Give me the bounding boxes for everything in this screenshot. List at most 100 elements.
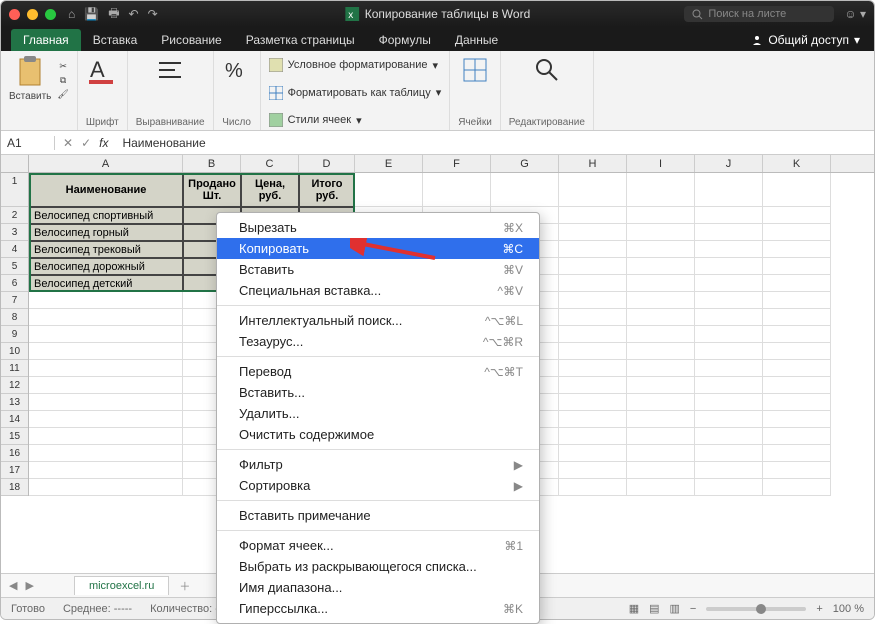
cell[interactable] [627, 479, 695, 496]
cell[interactable] [423, 173, 491, 207]
home-icon[interactable]: ⌂ [68, 7, 75, 21]
cell[interactable] [627, 173, 695, 207]
zoom-out-button[interactable]: − [690, 603, 696, 615]
col-header[interactable]: F [423, 155, 491, 172]
cell[interactable] [29, 309, 183, 326]
zoom-in-button[interactable]: + [816, 603, 822, 615]
cell[interactable] [491, 173, 559, 207]
minimize-window-button[interactable] [27, 9, 38, 20]
cell[interactable] [627, 292, 695, 309]
cell[interactable] [627, 394, 695, 411]
user-account-button[interactable]: ☺ ▾ [844, 7, 866, 21]
cell[interactable] [559, 394, 627, 411]
menu-pick-from-list[interactable]: Выбрать из раскрывающегося списка... [217, 556, 539, 577]
cell[interactable] [627, 241, 695, 258]
cell[interactable] [763, 309, 831, 326]
cell[interactable] [627, 275, 695, 292]
row-header[interactable]: 1 [1, 173, 28, 207]
cell[interactable] [627, 343, 695, 360]
cell[interactable] [559, 173, 627, 207]
cell[interactable] [695, 479, 763, 496]
tab-draw[interactable]: Рисование [149, 29, 233, 51]
cell[interactable] [763, 207, 831, 224]
cell[interactable] [763, 258, 831, 275]
cell[interactable] [559, 326, 627, 343]
format-as-table-button[interactable]: Форматировать как таблицу ▾ [269, 85, 442, 101]
row-header[interactable]: 6 [1, 275, 28, 292]
col-header[interactable]: K [763, 155, 831, 172]
menu-translate[interactable]: Перевод^⌥⌘T [217, 361, 539, 382]
cell[interactable] [695, 394, 763, 411]
cell[interactable] [763, 326, 831, 343]
cell[interactable] [559, 275, 627, 292]
cell[interactable] [29, 462, 183, 479]
cell[interactable] [559, 462, 627, 479]
row-header[interactable]: 9 [1, 326, 28, 343]
tab-data[interactable]: Данные [443, 29, 510, 51]
sheet-tab[interactable]: microexcel.ru [74, 576, 169, 595]
tab-pagelayout[interactable]: Разметка страницы [234, 29, 367, 51]
accept-formula-icon[interactable]: ✓ [81, 136, 91, 150]
redo-icon[interactable]: ↷ [148, 7, 158, 21]
formula-input[interactable]: Наименование [116, 136, 205, 150]
row-header[interactable]: 7 [1, 292, 28, 309]
row-header[interactable]: 17 [1, 462, 28, 479]
col-header[interactable]: J [695, 155, 763, 172]
tab-home[interactable]: Главная [11, 29, 81, 51]
cells-button[interactable] [460, 55, 490, 85]
col-header[interactable]: E [355, 155, 423, 172]
table-header[interactable]: Наименование [29, 173, 183, 207]
row-header[interactable]: 18 [1, 479, 28, 496]
maximize-window-button[interactable] [45, 9, 56, 20]
menu-hyperlink[interactable]: Гиперссылка...⌘K [217, 598, 539, 619]
cell[interactable] [695, 326, 763, 343]
row-header[interactable]: 12 [1, 377, 28, 394]
paste-button[interactable]: Вставить [9, 55, 51, 102]
col-header[interactable]: B [183, 155, 241, 172]
cell[interactable] [763, 292, 831, 309]
row-header[interactable]: 15 [1, 428, 28, 445]
cell[interactable] [695, 241, 763, 258]
menu-paste-special[interactable]: Специальная вставка...^⌘V [217, 280, 539, 301]
menu-delete[interactable]: Удалить... [217, 403, 539, 424]
cell[interactable] [627, 224, 695, 241]
cell[interactable] [695, 258, 763, 275]
menu-cut[interactable]: Вырезать⌘X [217, 217, 539, 238]
cell[interactable] [627, 462, 695, 479]
menu-clear[interactable]: Очистить содержимое [217, 424, 539, 445]
table-header[interactable]: Продано Шт. [183, 173, 241, 207]
cell[interactable] [695, 462, 763, 479]
cell[interactable] [763, 462, 831, 479]
cell[interactable] [763, 394, 831, 411]
alignment-button[interactable] [155, 55, 185, 85]
cell[interactable] [29, 326, 183, 343]
cell[interactable] [559, 428, 627, 445]
cell[interactable] [29, 377, 183, 394]
cell[interactable] [695, 343, 763, 360]
undo-icon[interactable]: ↶ [129, 7, 139, 21]
cell[interactable] [695, 428, 763, 445]
cut-icon[interactable]: ✂ [59, 61, 67, 72]
tab-formulas[interactable]: Формулы [367, 29, 443, 51]
print-icon[interactable]: 🖶 [108, 4, 119, 25]
cell[interactable] [559, 411, 627, 428]
cell[interactable] [29, 445, 183, 462]
table-header[interactable]: Итого руб. [299, 173, 355, 207]
cell[interactable] [763, 241, 831, 258]
cell[interactable] [627, 207, 695, 224]
cell[interactable] [29, 411, 183, 428]
sheet-nav-prev-icon[interactable]: ▶ [25, 579, 33, 592]
cell[interactable] [559, 445, 627, 462]
number-button[interactable]: % [222, 55, 252, 85]
menu-insert-comment[interactable]: Вставить примечание [217, 505, 539, 526]
menu-insert[interactable]: Вставить... [217, 382, 539, 403]
close-window-button[interactable] [9, 9, 20, 20]
cell[interactable] [29, 292, 183, 309]
cell[interactable] [763, 428, 831, 445]
menu-format-cells[interactable]: Формат ячеек...⌘1 [217, 535, 539, 556]
row-header[interactable]: 11 [1, 360, 28, 377]
cell[interactable] [559, 309, 627, 326]
cell[interactable] [29, 428, 183, 445]
save-icon[interactable]: 💾 [84, 7, 99, 21]
cell[interactable] [627, 309, 695, 326]
